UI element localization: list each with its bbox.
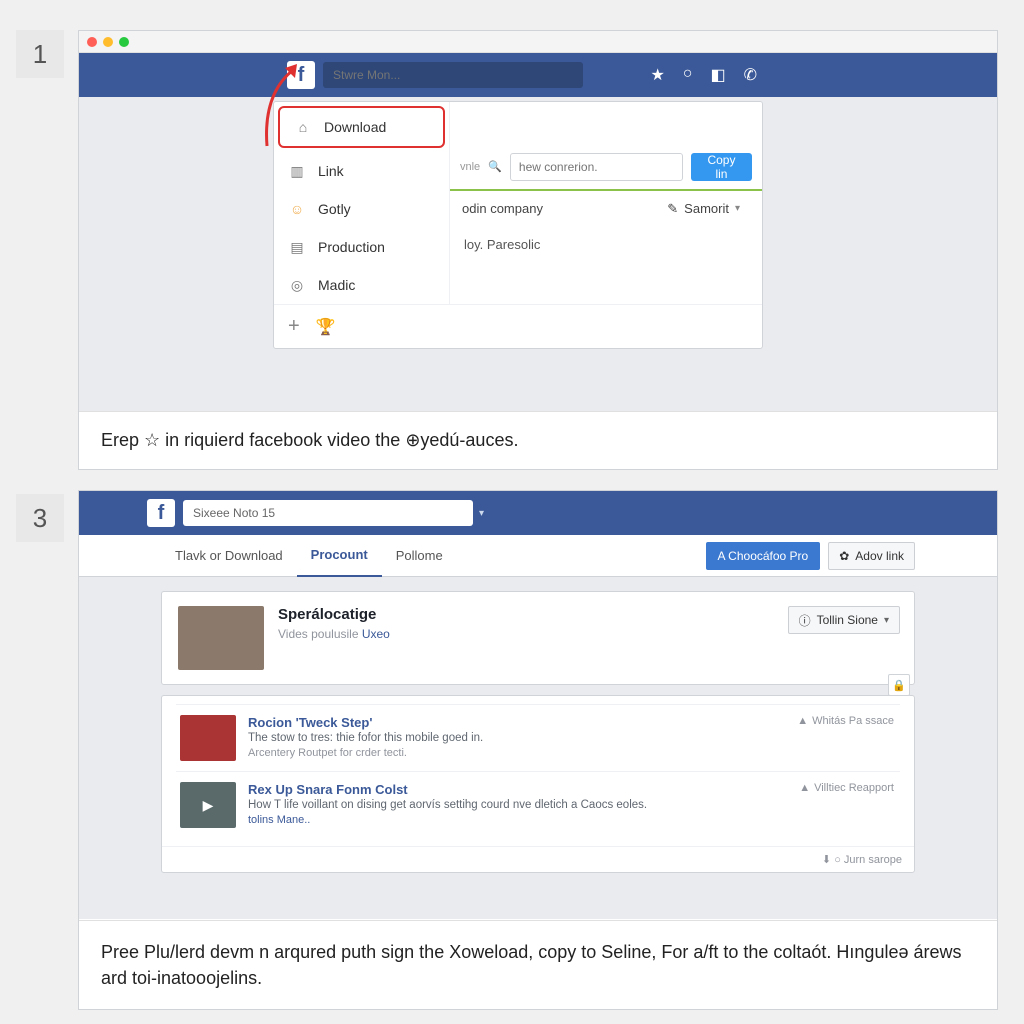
video-desc: How T life voillant on dising get aorvís…: [248, 799, 647, 811]
card-icon: ▤: [288, 238, 306, 256]
samorit-item[interactable]: ✎ Samorit: [667, 201, 729, 217]
video-meta: Arcentery Routpet for crder tecti.: [248, 747, 483, 759]
tabs-bar: Tlavk or Download Procount Pollome A Cho…: [79, 535, 997, 577]
menu-link[interactable]: ▥ Link: [274, 152, 449, 190]
user-icon: ☺: [288, 200, 306, 218]
url-prefix: vnle: [460, 161, 480, 173]
tab-download[interactable]: Tlavk or Download: [161, 535, 297, 577]
step3-panel: f ▾ Tlavk or Download Procount Pollome A…: [78, 490, 998, 1010]
tab-procount[interactable]: Procount: [297, 535, 382, 577]
zoom-dot[interactable]: [119, 37, 129, 47]
profile-subtitle: Vides poulusile Uxeo: [278, 627, 390, 641]
facebook-topbar: f ★ ○ ◧ ✆: [79, 53, 997, 97]
play-icon: ▶: [180, 782, 236, 828]
menu-label: Download: [324, 119, 386, 135]
video-action[interactable]: ▲Villtiec Reapport: [799, 782, 894, 794]
video-row[interactable]: ▶ Rex Up Snara Fonm Colst How T life voi…: [176, 771, 900, 838]
step3-content: Sperálocatige Vides poulusile Uxeo ⓘ Tol…: [79, 577, 997, 919]
menu-madic[interactable]: ◎ Madic: [274, 266, 449, 304]
menu-label: Link: [318, 163, 344, 179]
menu-production[interactable]: ▤ Production: [274, 228, 449, 266]
chevron-down-icon: ▾: [884, 615, 889, 626]
add-link-button[interactable]: ✿ Adov link: [828, 542, 915, 570]
close-dot[interactable]: [87, 37, 97, 47]
menu-label: Gotly: [318, 201, 351, 217]
search-input[interactable]: [183, 500, 473, 526]
copy-link-button[interactable]: Copy lin: [691, 153, 752, 181]
profile-thumbnail[interactable]: [178, 606, 264, 670]
menu-label: Production: [318, 239, 385, 255]
facebook-logo[interactable]: f: [147, 499, 175, 527]
camera-icon[interactable]: ◧: [710, 65, 725, 85]
profile-menu-button[interactable]: ⓘ Tollin Sione ▾: [788, 606, 900, 634]
circle-icon[interactable]: ○: [683, 65, 693, 85]
step3-caption: Pree Plu/lerd devm n arqured puth sign t…: [79, 920, 997, 1009]
facebook-topbar: f ▾: [79, 491, 997, 535]
company-label: odin company: [462, 201, 543, 216]
user-icon: ▲: [797, 715, 808, 727]
panel-icon: ▥: [288, 162, 306, 180]
step1-panel: f ★ ○ ◧ ✆ ⌂ Download ▥ Link: [78, 30, 998, 470]
search-input[interactable]: [323, 62, 583, 88]
menu-gotly[interactable]: ☺ Gotly: [274, 190, 449, 228]
chevron-down-icon[interactable]: ▾: [479, 508, 484, 519]
trophy-icon[interactable]: 🏆: [316, 317, 336, 337]
video-thumbnail[interactable]: ▶: [180, 782, 236, 828]
profile-name: Sperálocatige: [278, 606, 390, 623]
step1-content: ⌂ Download ▥ Link ☺ Gotly ▤: [79, 97, 997, 413]
chat-icon[interactable]: ✆: [744, 65, 757, 85]
video-desc: The stow to tres: thie fofor this mobile…: [248, 732, 483, 744]
dropdown-panel: ⌂ Download ▥ Link ☺ Gotly ▤: [273, 101, 763, 349]
play-icon: [180, 715, 236, 761]
profile-link[interactable]: Uxeo: [362, 627, 390, 641]
facebook-logo[interactable]: f: [287, 61, 315, 89]
tab-pollome[interactable]: Pollome: [382, 535, 457, 577]
step-number-3: 3: [16, 494, 64, 542]
video-list-card: 🔒 Rocion 'Tweck Step' The stow to tres: …: [161, 695, 915, 873]
list-footer[interactable]: ⬇ ○ Jurn sarope: [162, 846, 914, 872]
home-icon: ⌂: [294, 118, 312, 136]
step-number-1: 1: [16, 30, 64, 78]
gear-icon: ✿: [839, 549, 849, 563]
user-icon: ▲: [799, 782, 810, 794]
minimize-dot[interactable]: [103, 37, 113, 47]
chevron-down-icon[interactable]: ▾: [735, 203, 750, 214]
video-action[interactable]: ▲Whitás Pa ssace: [797, 715, 894, 727]
dropdown-menu: ⌂ Download ▥ Link ☺ Gotly ▤: [274, 102, 450, 304]
search-glyph-icon: 🔍: [488, 160, 502, 173]
video-row[interactable]: Rocion 'Tweck Step' The stow to tres: th…: [176, 704, 900, 771]
video-title[interactable]: Rocion 'Tweck Step': [248, 715, 483, 730]
lock-icon[interactable]: 🔒: [888, 674, 910, 696]
dropdown-footer: + 🏆: [274, 305, 762, 348]
window-titlebar: [79, 31, 997, 53]
target-icon: ◎: [288, 276, 306, 294]
menu-download[interactable]: ⌂ Download: [278, 106, 445, 148]
choose-pro-button[interactable]: A Choocáfoo Pro: [706, 542, 821, 570]
star-icon[interactable]: ★: [650, 65, 664, 85]
step1-caption: Erep ☆ in riquierd facebook video the ⊕y…: [79, 411, 997, 469]
video-meta[interactable]: tolins Mane..: [248, 814, 647, 826]
paresolic-label: loy. Paresolic: [450, 227, 762, 262]
video-title[interactable]: Rex Up Snara Fonm Colst: [248, 782, 647, 797]
key-icon: ✎: [667, 201, 678, 217]
dropdown-right: vnle 🔍 Copy lin odin company ✎ Samorit ▾: [450, 145, 762, 262]
menu-label: Madic: [318, 277, 355, 293]
topbar-icons: ★ ○ ◧ ✆: [650, 65, 757, 85]
profile-card: Sperálocatige Vides poulusile Uxeo ⓘ Tol…: [161, 591, 915, 685]
video-thumbnail[interactable]: [180, 715, 236, 761]
url-input[interactable]: [510, 153, 683, 181]
add-icon[interactable]: +: [288, 315, 300, 338]
info-icon: ⓘ: [799, 612, 811, 629]
